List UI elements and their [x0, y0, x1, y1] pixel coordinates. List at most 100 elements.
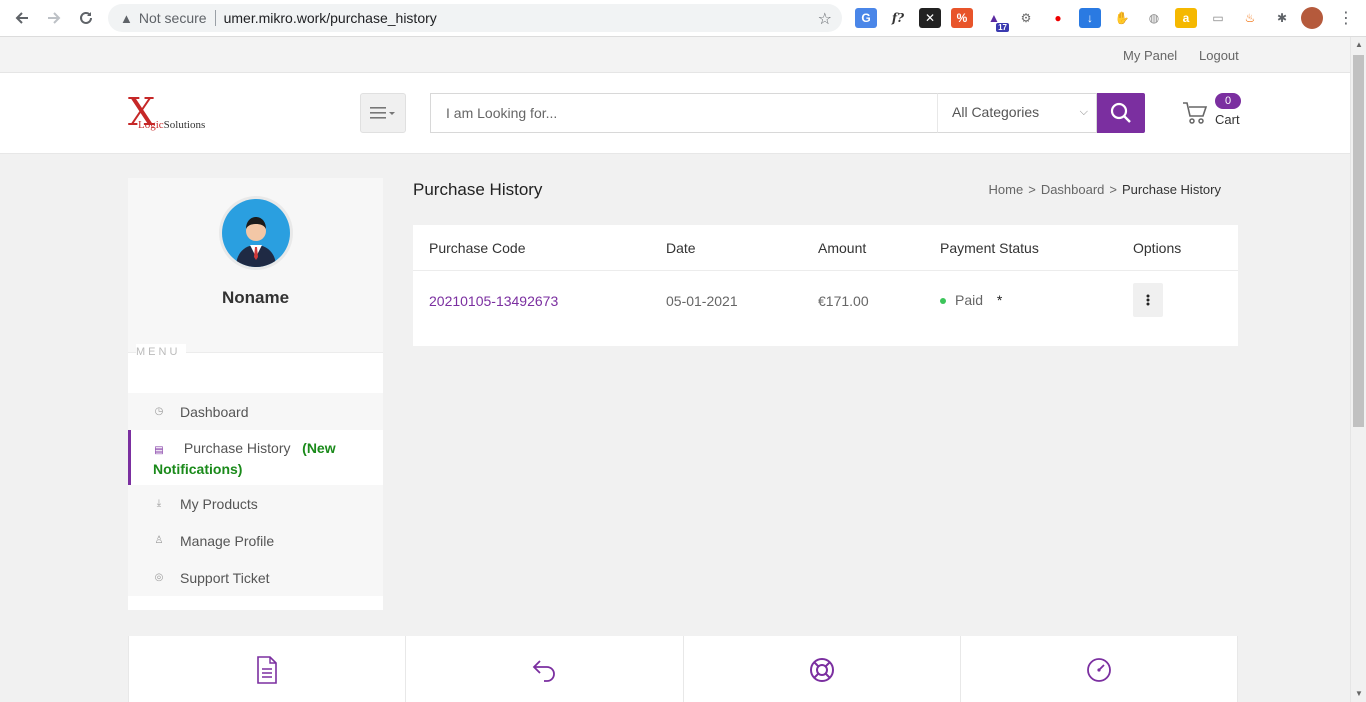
status-label: Paid [955, 292, 984, 308]
percent-icon[interactable]: % [951, 8, 973, 28]
reload-icon[interactable] [70, 2, 102, 34]
warning-icon: ▲ [120, 10, 133, 26]
feature-strip [128, 636, 1238, 702]
category-selected-value: All Categories [952, 104, 1040, 120]
menu-heading: MENU [136, 344, 186, 360]
document-icon [257, 656, 277, 684]
cart-button[interactable]: 0 Cart [1182, 93, 1242, 133]
user-avatar-icon [222, 199, 290, 267]
site-logo[interactable]: X LogicSolutions [128, 93, 218, 135]
security-label: Not secure [138, 10, 207, 26]
category-menu-button[interactable] [360, 93, 406, 133]
purchase-date: 05-01-2021 [666, 293, 738, 309]
scroll-down-icon[interactable]: ▼ [1355, 689, 1363, 698]
gear-extension-icon[interactable]: ⚙ [1015, 8, 1037, 28]
hamburger-icon [370, 107, 395, 119]
sidebar-item-my-products[interactable]: ⤓ My Products [128, 485, 383, 522]
sidebar-menu: ◷ Dashboard ▤ Purchase History (New Noti… [128, 393, 383, 596]
sidebar-item-support-ticket[interactable]: ◎ Support Ticket [128, 559, 383, 596]
sidebar-item-label: Dashboard [180, 403, 249, 420]
column-header: Options [1133, 240, 1182, 256]
logo-text: LogicSolutions [138, 119, 206, 131]
document-icon: ▤ [154, 445, 164, 456]
sidebar-item-label: Purchase History [183, 440, 291, 456]
logout-link[interactable]: Logout [1199, 48, 1239, 63]
purchase-amount: €171.00 [818, 293, 869, 309]
support-icon: ◎ [154, 572, 164, 583]
user-icon: ♙ [154, 535, 164, 546]
download-extension-icon[interactable]: ↓ [1079, 8, 1101, 28]
profile-block: Noname [128, 178, 383, 353]
breadcrumb-dashboard[interactable]: Dashboard [1041, 182, 1105, 197]
status-mark: * [996, 292, 1003, 308]
cart-count-badge: 0 [1215, 93, 1241, 109]
url-text: umer.mikro.work/purchase_history [223, 10, 437, 26]
feature-terms[interactable] [128, 636, 407, 702]
sidebar-item-label: Support Ticket [180, 569, 270, 586]
column-header: Amount [818, 240, 867, 256]
row-options-button[interactable] [1133, 283, 1163, 317]
page-scrollbar[interactable]: ▲ ▼ [1350, 37, 1366, 702]
sidebar-item-label: Manage Profile [180, 532, 275, 549]
sidebar-item-label: My Products [180, 495, 258, 512]
globe-icon[interactable]: ◍ [1143, 8, 1165, 28]
site-header: X LogicSolutions All Categories ⌵ 0 Cart [0, 73, 1350, 154]
breadcrumb-home[interactable]: Home [989, 182, 1024, 197]
sidebar-item-manage-profile[interactable]: ♙ Manage Profile [128, 522, 383, 559]
user-sidebar: Noname MENU ◷ Dashboard ▤ Purchase Histo… [128, 178, 383, 610]
column-header: Payment Status [940, 240, 1039, 256]
kebab-menu-icon [1146, 294, 1150, 306]
extension-icons: G f? ✕ % ▲ 17 ⚙ ● ↓ ✋ ◍ a ▭ ♨ ✱ [855, 8, 1293, 32]
chevron-down-icon: ⌵ [1079, 106, 1088, 118]
sidebar-item-dashboard[interactable]: ◷ Dashboard [128, 393, 383, 430]
feature-returns[interactable] [406, 636, 684, 702]
avatar[interactable] [219, 196, 293, 270]
my-panel-link[interactable]: My Panel [1123, 48, 1177, 63]
lifebuoy-icon [809, 658, 834, 682]
forward-icon[interactable] [38, 2, 70, 34]
speedometer-icon [1086, 658, 1111, 682]
opera-icon[interactable]: ● [1047, 8, 1069, 28]
feature-dashboard[interactable] [961, 636, 1238, 702]
video-icon[interactable]: ▭ [1207, 8, 1229, 28]
separator [214, 10, 216, 26]
bookmark-star-icon[interactable]: ☆ [818, 9, 832, 29]
translate-icon[interactable]: G [855, 8, 877, 28]
browser-toolbar: ▲ Not secure umer.mikro.work/purchase_hi… [0, 0, 1366, 37]
purchase-code-link[interactable]: 20210105-13492673 [429, 293, 558, 309]
puzzle-icon[interactable]: ✱ [1271, 8, 1293, 28]
top-bar: My Panel Logout [0, 37, 1350, 73]
scroll-thumb[interactable] [1353, 55, 1364, 427]
address-bar[interactable]: ▲ Not secure umer.mikro.work/purchase_hi… [108, 4, 842, 32]
column-header: Date [666, 240, 696, 256]
chrome-menu-icon[interactable]: ⋮ [1338, 8, 1354, 28]
column-header: Purchase Code [429, 240, 526, 256]
page-title: Purchase History [413, 180, 543, 199]
hand-icon[interactable]: ✋ [1111, 8, 1133, 28]
search-input[interactable] [430, 93, 938, 133]
status-badge: Paid * [940, 292, 1002, 308]
divider [413, 270, 1238, 271]
dashboard-icon: ◷ [154, 406, 164, 417]
reply-arrow-icon [533, 660, 556, 682]
amazon-icon[interactable]: a [1175, 8, 1197, 28]
username: Noname [221, 288, 290, 307]
formula-icon[interactable]: f? [887, 8, 909, 28]
graduation-icon[interactable]: ▲ 17 [983, 8, 1009, 32]
category-select[interactable]: All Categories ⌵ [937, 93, 1097, 133]
search-icon [1110, 102, 1131, 123]
back-icon[interactable] [6, 2, 38, 34]
search-button[interactable] [1097, 93, 1145, 133]
cart-icon [1183, 102, 1208, 124]
paid-status-dot [940, 298, 946, 305]
download-icon: ⤓ [156, 498, 162, 509]
cart-label: Cart [1215, 112, 1240, 127]
scroll-up-icon[interactable]: ▲ [1355, 40, 1363, 49]
breadcrumb-current: Purchase History [1122, 182, 1221, 197]
profile-avatar[interactable] [1301, 7, 1323, 29]
feature-support[interactable] [684, 636, 961, 702]
purchase-table: Purchase Code Date Amount Payment Status… [413, 225, 1238, 346]
x-extension-icon[interactable]: ✕ [919, 8, 941, 28]
sidebar-item-purchase-history[interactable]: ▤ Purchase History (New Notifications) [128, 430, 383, 485]
fire-icon[interactable]: ♨ [1239, 8, 1261, 28]
